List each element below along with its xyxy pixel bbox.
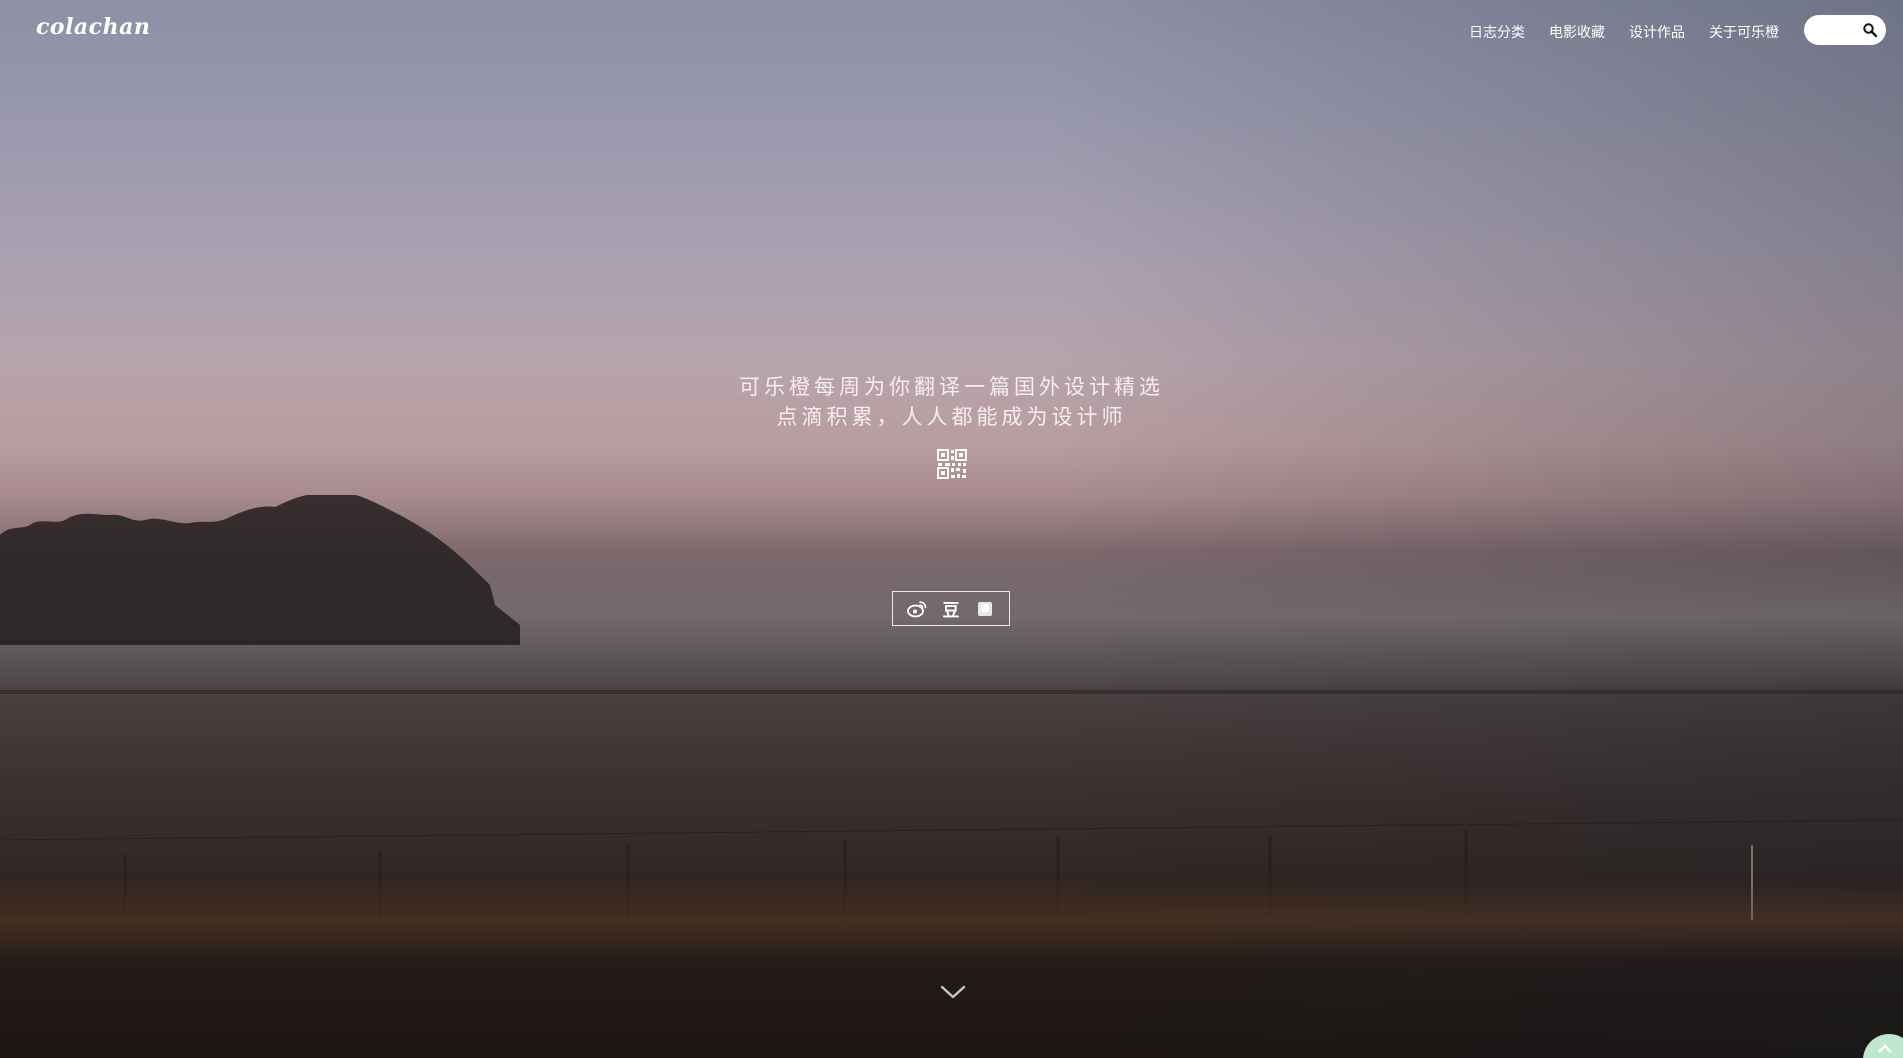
wechat-icon[interactable] — [975, 599, 995, 619]
site-logo[interactable]: colachan — [36, 14, 150, 40]
hero-background: colachan 日志分类 电影收藏 设计作品 关于可乐橙 可乐橙每周为你翻译一… — [0, 0, 1903, 1058]
treeline-silhouette — [0, 495, 520, 645]
nav-item-about[interactable]: 关于可乐橙 — [1709, 22, 1779, 42]
main-nav: 日志分类 电影收藏 设计作品 关于可乐橙 — [1469, 22, 1779, 42]
search-icon[interactable] — [1862, 22, 1878, 38]
grass-layer — [0, 880, 1903, 960]
search-box — [1804, 15, 1886, 47]
weibo-icon[interactable] — [907, 599, 927, 619]
douban-icon[interactable]: 豆 — [941, 599, 961, 621]
nav-item-categories[interactable]: 日志分类 — [1469, 22, 1525, 42]
field-horizon — [0, 690, 1903, 694]
social-links: 豆 — [892, 591, 1010, 626]
arrow-up-icon — [1878, 1044, 1892, 1053]
nav-item-works[interactable]: 设计作品 — [1629, 22, 1685, 42]
qr-code-icon[interactable] — [936, 448, 968, 480]
chevron-down-icon[interactable] — [940, 984, 966, 1000]
tagline-line-2: 点滴积累，人人都能成为设计师 — [776, 405, 1127, 429]
back-to-top-button[interactable] — [1863, 1034, 1903, 1058]
nav-item-movies[interactable]: 电影收藏 — [1549, 22, 1605, 42]
tagline-line-1: 可乐橙每周为你翻译一篇国外设计精选 — [739, 375, 1164, 399]
hero-tagline: 可乐橙每周为你翻译一篇国外设计精选 点滴积累，人人都能成为设计师 — [0, 372, 1903, 432]
